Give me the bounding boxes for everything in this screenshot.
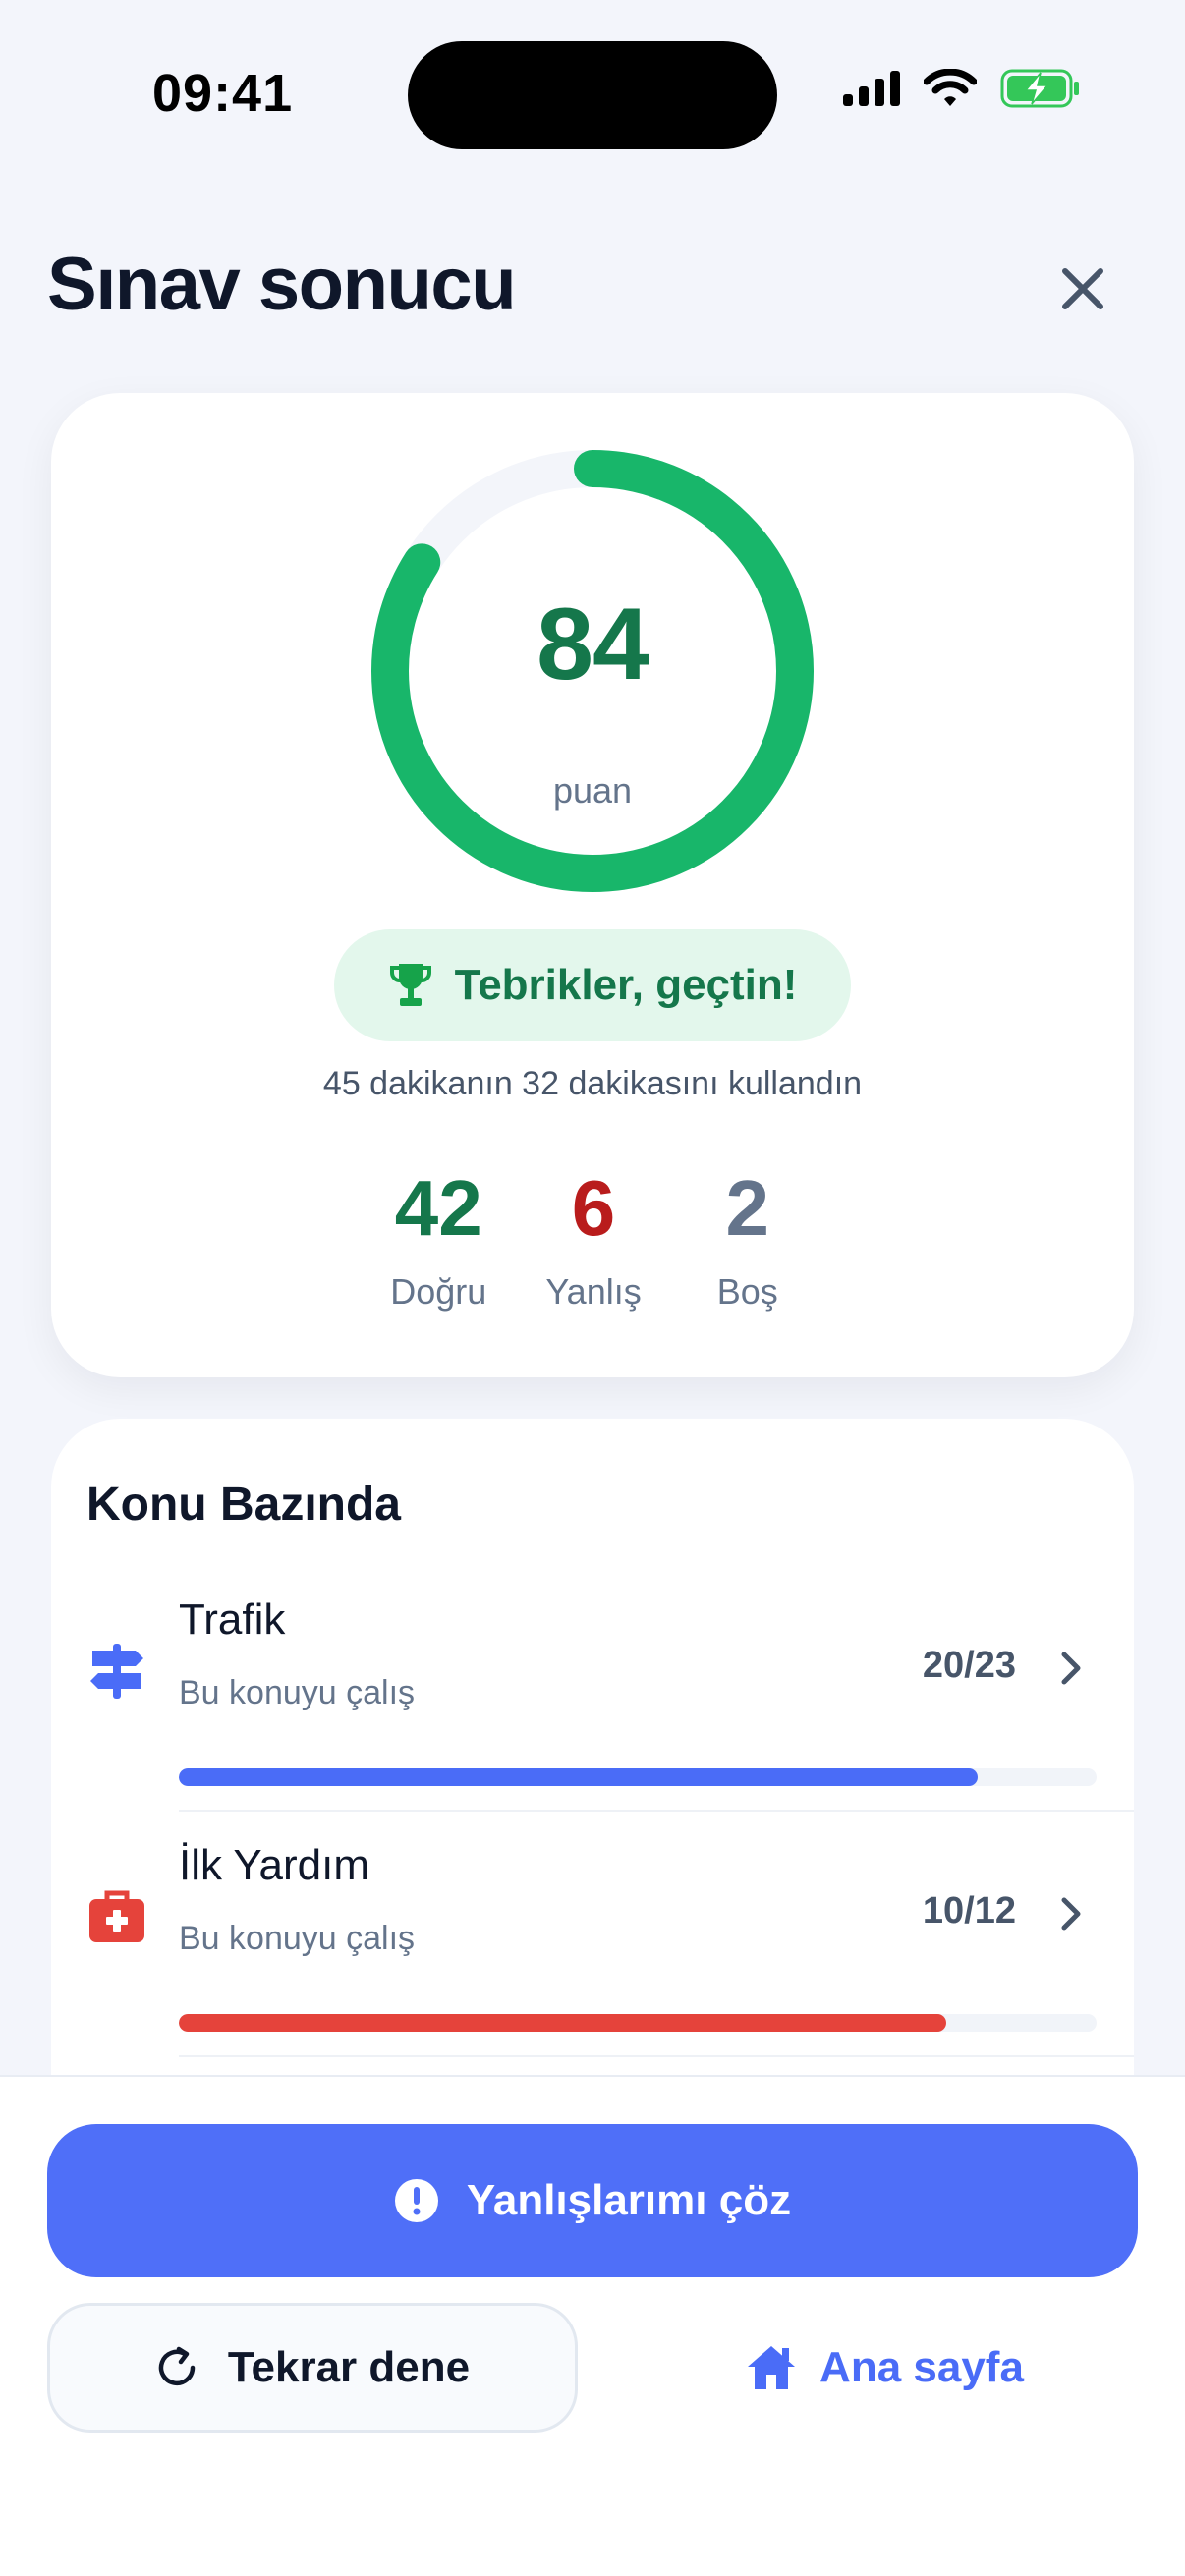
topic-progress-fill	[179, 1768, 978, 1786]
close-icon	[1062, 268, 1103, 309]
retry-button[interactable]: Tekrar dene	[47, 2303, 578, 2433]
stat-empty-label: Boş	[716, 1271, 778, 1312]
topic-row-ilk-yardim[interactable]: İlk Yardım Bu konuyu çalış 10/12	[51, 1812, 1134, 2057]
topic-subtitle: Bu konuyu çalış	[179, 1674, 416, 1711]
topic-progress-fill	[179, 2014, 946, 2032]
stat-wrong-value: 6	[571, 1164, 616, 1252]
row-divider	[179, 2055, 1134, 2057]
stat-correct-value: 42	[394, 1164, 482, 1252]
pass-badge: Tebrikler, geçtin!	[334, 929, 851, 1041]
topic-subtitle: Bu konuyu çalış	[179, 1920, 416, 1957]
home-label: Ana sayfa	[819, 2343, 1024, 2391]
alert-circle-icon	[394, 2179, 438, 2222]
pass-badge-text: Tebrikler, geçtin!	[454, 961, 798, 1009]
bottom-action-bar: Yanlışlarımı çöz Tekrar dene Ana sayfa	[0, 2075, 1185, 2576]
stat-empty: 2 Boş	[701, 1169, 795, 1313]
status-icons	[843, 69, 1081, 108]
topic-progress-bar	[179, 1768, 1097, 1786]
status-time: 09:41	[152, 64, 294, 123]
retry-label: Tekrar dene	[227, 2343, 471, 2391]
status-bar: 09:41	[0, 0, 1185, 187]
close-button[interactable]	[1047, 253, 1118, 324]
topic-progress-bar	[179, 2014, 1097, 2032]
chevron-right-icon	[1061, 1897, 1081, 1931]
review-wrong-answers-button[interactable]: Yanlışlarımı çöz	[47, 2124, 1138, 2277]
stat-wrong-label: Yanlış	[545, 1271, 642, 1312]
chevron-right-icon	[1061, 1652, 1081, 1685]
topic-breakdown-heading: Konu Bazında	[86, 1479, 401, 1531]
home-button[interactable]: Ana sayfa	[688, 2303, 1081, 2433]
result-stats: 42 Doğru 6 Yanlış 2 Boş	[51, 1169, 1134, 1313]
score-card: 84 puan Tebrikler, geçtin! 45 dakikanın …	[51, 393, 1134, 1377]
time-used-note: 45 dakikanın 32 dakikasını kullandın	[322, 1065, 863, 1102]
battery-charging-icon	[1000, 69, 1079, 108]
score-value: 84	[536, 588, 649, 701]
page-title: Sınav sonucu	[47, 243, 517, 326]
signpost-icon	[90, 1644, 143, 1699]
stat-empty-value: 2	[725, 1164, 769, 1252]
dynamic-island	[408, 41, 777, 149]
stat-wrong: 6 Yanlış	[545, 1169, 641, 1313]
first-aid-kit-icon	[89, 1890, 144, 1942]
stat-correct: 42 Doğru	[390, 1169, 486, 1313]
trophy-icon	[389, 964, 431, 1006]
refresh-icon	[158, 2346, 196, 2386]
topic-name: İlk Yardım	[179, 1841, 369, 1889]
topic-score: 10/12	[922, 1890, 1016, 1932]
score-unit: puan	[552, 770, 633, 811]
topic-score: 20/23	[922, 1645, 1016, 1686]
topic-name: Trafik	[179, 1596, 286, 1644]
cellular-signal-icon	[843, 71, 900, 106]
home-icon	[748, 2346, 796, 2389]
review-wrong-answers-label: Yanlışlarımı çöz	[466, 2176, 792, 2224]
topic-row-trafik[interactable]: Trafik Bu konuyu çalış 20/23	[51, 1566, 1134, 1812]
topic-breakdown-card: Konu Bazında Trafik Bu konuyu çalış 20/2…	[51, 1419, 1134, 2106]
stat-correct-label: Doğru	[390, 1271, 487, 1312]
wifi-icon	[924, 69, 977, 106]
score-ring: 84 puan	[370, 449, 815, 893]
